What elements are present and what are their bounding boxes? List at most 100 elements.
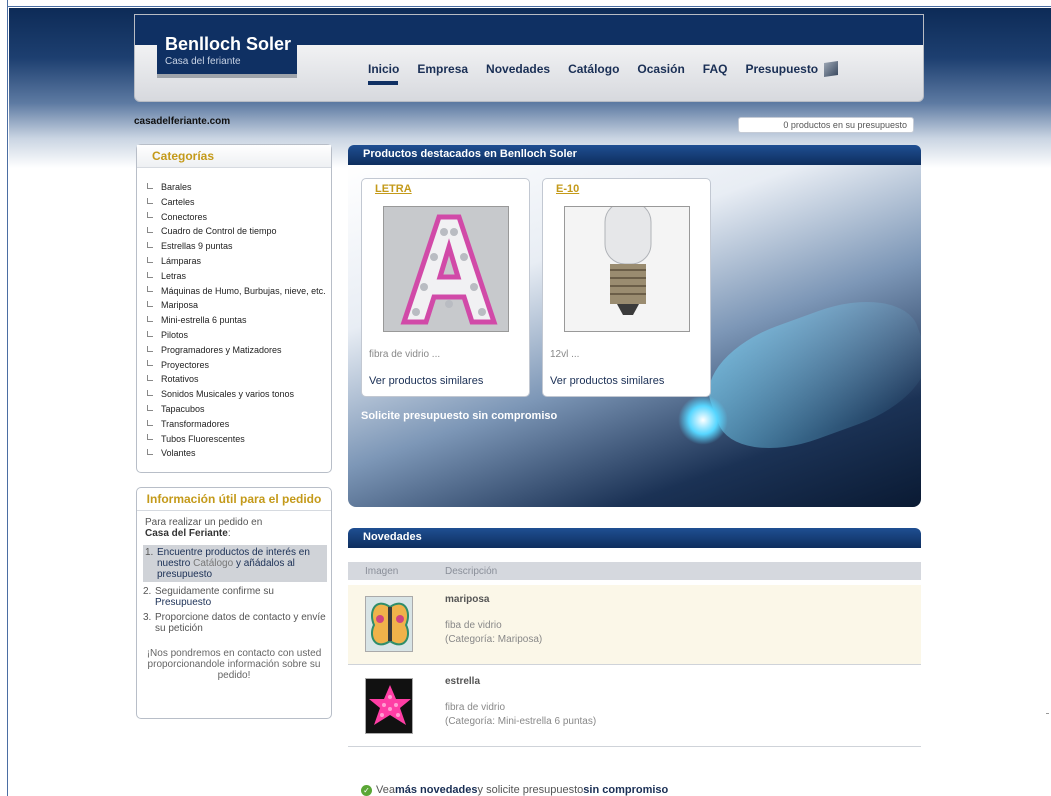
category-item[interactable]: Pilotos xyxy=(147,328,331,343)
intro-bold: Casa del Feriante xyxy=(145,528,228,539)
branch-icon xyxy=(147,330,153,337)
category-label: Transformadores xyxy=(161,418,230,429)
cart-status[interactable]: 0 productos en su presupuesto xyxy=(738,117,914,133)
check-icon: ✓ xyxy=(361,784,372,796)
catalog-link[interactable]: Catálogo xyxy=(193,558,233,569)
no-commitment-text: sin compromiso xyxy=(583,784,669,796)
intro-text: Para realizar un pedido en xyxy=(145,517,263,528)
category-item[interactable]: Máquinas de Humo, Burbujas, nieve, etc. xyxy=(147,284,331,299)
row-title[interactable]: mariposa xyxy=(445,594,489,605)
branch-icon xyxy=(147,404,153,411)
category-label: Barales xyxy=(161,182,192,192)
nav-inicio[interactable]: Inicio xyxy=(368,62,399,85)
categories-title: Categorías xyxy=(137,145,331,168)
branch-icon xyxy=(147,212,153,219)
info-panel: Información útil para el pedido Para rea… xyxy=(136,487,332,719)
categories-list: Barales Carteles Conectores Cuadro de Co… xyxy=(137,168,331,461)
branch-icon xyxy=(147,390,153,397)
category-item[interactable]: Conectores xyxy=(147,210,331,225)
bulb-image xyxy=(565,207,689,331)
estrella-thumbnail[interactable] xyxy=(365,678,413,734)
product-image-letra[interactable] xyxy=(383,206,509,332)
product-image-e10[interactable] xyxy=(564,206,690,332)
category-item[interactable]: Estrellas 9 puntas xyxy=(147,239,331,254)
category-item[interactable]: Cuadro de Control de tiempo xyxy=(147,224,331,239)
category-label: Tubos Fluorescentes xyxy=(161,433,245,444)
category-label: Carteles xyxy=(161,196,195,207)
table-row[interactable]: mariposa fiba de vidrio (Categoría: Marip… xyxy=(348,585,921,665)
branch-icon xyxy=(147,316,153,323)
novedades-table-header: Imagen Descripción xyxy=(348,562,921,580)
category-item[interactable]: Mini-estrella 6 puntas xyxy=(147,313,331,328)
branch-icon xyxy=(147,227,153,234)
star-image xyxy=(366,679,412,733)
category-item[interactable]: Proyectores xyxy=(147,358,331,373)
col-description: Descripción xyxy=(445,566,498,577)
step-1-text: Encuentre productos de interés en nuestr… xyxy=(157,547,325,580)
butterfly-image xyxy=(366,597,412,651)
category-item[interactable]: Lámparas xyxy=(147,254,331,269)
info-title: Información útil para el pedido xyxy=(137,488,331,511)
product-title[interactable]: LETRA xyxy=(362,179,529,199)
row-desc: fiba de vidrio (Categoría: Mariposa) xyxy=(445,619,542,647)
step-3-text: Proporcione datos de contacto y envíe su… xyxy=(155,612,326,634)
category-item[interactable]: Rotativos xyxy=(147,372,331,387)
category-label: Máquinas de Humo, Burbujas, nieve, etc. xyxy=(161,285,326,296)
info-intro: Para realizar un pedido en Casa del Feria… xyxy=(137,511,331,539)
row-title[interactable]: estrella xyxy=(445,676,480,687)
nav-faq[interactable]: FAQ xyxy=(703,62,728,76)
request-quote-text[interactable]: Solicite presupuesto sin compromiso xyxy=(361,410,557,422)
branch-icon xyxy=(147,256,153,263)
nav-novedades[interactable]: Novedades xyxy=(486,62,550,76)
category-item[interactable]: Mariposa xyxy=(147,298,331,313)
step-2-text: Seguidamente confirme su Presupuesto xyxy=(155,586,327,608)
col-image: Imagen xyxy=(365,566,399,577)
branch-icon xyxy=(147,301,153,308)
row-desc-text: fiba de vidrio xyxy=(445,620,502,631)
site-logo[interactable]: Benlloch Soler Casa del feriante xyxy=(157,30,297,78)
product-card-e10: E-10 12vl ... Ver productos similares xyxy=(542,178,711,397)
category-label: Estrellas 9 puntas xyxy=(161,241,233,252)
category-item[interactable]: Letras xyxy=(147,269,331,284)
category-label: Cuadro de Control de tiempo xyxy=(161,226,277,237)
window-top-border xyxy=(0,0,1051,7)
category-item[interactable]: Tapacubos xyxy=(147,402,331,417)
category-item[interactable]: Volantes xyxy=(147,446,331,461)
nav-catalogo[interactable]: Catálogo xyxy=(568,62,619,76)
branch-icon xyxy=(147,360,153,367)
categories-panel: Categorías Barales Carteles Conectores C… xyxy=(136,144,332,473)
step-3: 3. Proporcione datos de contacto y envíe … xyxy=(143,612,326,634)
novedades-title: Novedades xyxy=(348,528,921,548)
nav-presupuesto[interactable]: Presupuesto xyxy=(745,61,839,77)
row-category: (Categoría: Mini-estrella 6 puntas) xyxy=(445,716,597,727)
branch-icon xyxy=(147,345,153,352)
branch-icon xyxy=(147,182,153,189)
projector-light xyxy=(678,395,728,445)
window-left-border xyxy=(0,0,8,796)
category-label: Mariposa xyxy=(161,300,199,311)
step-2: 2. Seguidamente confirme su Presupuesto xyxy=(143,586,327,608)
similar-products-link[interactable]: Ver productos similares xyxy=(550,375,664,387)
similar-products-link[interactable]: Ver productos similares xyxy=(369,375,483,387)
bottom-text-a: Vea xyxy=(376,784,395,796)
category-item[interactable]: Sonidos Musicales y varios tonos xyxy=(147,387,331,402)
nav-presupuesto-label: Presupuesto xyxy=(745,62,819,76)
category-label: Rotativos xyxy=(161,374,199,385)
budget-link[interactable]: Presupuesto xyxy=(155,597,211,608)
product-title[interactable]: E-10 xyxy=(543,179,710,199)
nav-empresa[interactable]: Empresa xyxy=(417,62,468,76)
mariposa-thumbnail[interactable] xyxy=(365,596,413,652)
category-item[interactable]: Carteles xyxy=(147,195,331,210)
more-news-link[interactable]: más novedades xyxy=(395,784,478,796)
category-item[interactable]: Barales xyxy=(147,180,331,195)
category-label: Volantes xyxy=(161,448,196,459)
branch-icon xyxy=(147,449,153,456)
category-item[interactable]: Transformadores xyxy=(147,417,331,432)
category-item[interactable]: Programadores y Matizadores xyxy=(147,343,331,358)
page-edge-mark xyxy=(1046,713,1049,714)
nav-ocasion[interactable]: Ocasión xyxy=(637,62,684,76)
category-item[interactable]: Tubos Fluorescentes xyxy=(147,432,331,447)
category-label: Pilotos xyxy=(161,329,189,340)
table-row[interactable]: estrella fibra de vidrio (Categoría: Mini… xyxy=(348,667,921,747)
row-category: (Categoría: Mariposa) xyxy=(445,634,543,645)
